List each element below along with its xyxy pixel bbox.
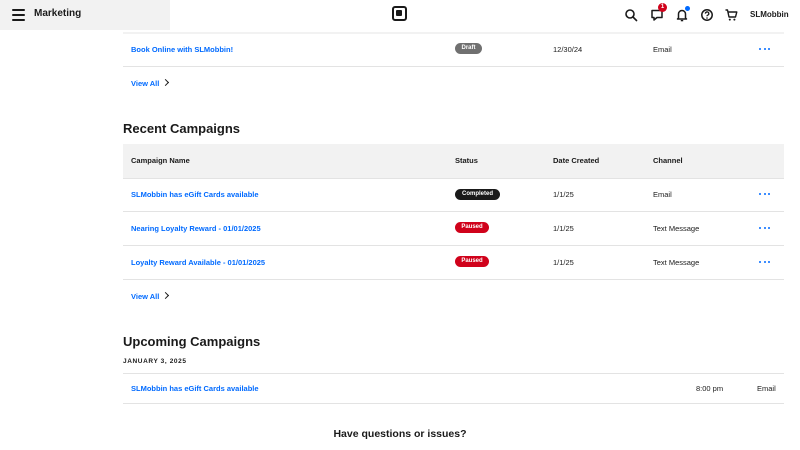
- column-header: Date Created: [553, 156, 600, 165]
- notification-dot: [685, 6, 690, 11]
- divider: [123, 279, 784, 280]
- column-header: Status: [455, 156, 478, 165]
- divider: [123, 403, 784, 404]
- divider: [123, 373, 784, 374]
- channel: Email: [653, 45, 672, 54]
- column-header: Channel: [653, 156, 683, 165]
- app-switcher: Marketing: [0, 0, 170, 30]
- status-badge: Paused: [455, 256, 489, 267]
- chevron-right-icon: [162, 291, 170, 300]
- view-all-label: View All: [131, 79, 160, 88]
- square-logo-icon[interactable]: [392, 6, 407, 21]
- date-created: 1/1/25: [553, 224, 574, 233]
- date-heading: JANUARY 3, 2025: [123, 358, 187, 365]
- channel: Text Message: [653, 258, 700, 267]
- channel: Email: [653, 190, 672, 199]
- date-created: 12/30/24: [553, 45, 583, 54]
- channel: Text Message: [653, 224, 700, 233]
- status-badge: Draft: [455, 43, 482, 54]
- user-account-button[interactable]: SLMobbin: [750, 10, 789, 19]
- campaign-link[interactable]: SLMobbin has eGift Cards available: [131, 190, 259, 199]
- campaign-link[interactable]: Book Online with SLMobbin!: [131, 45, 233, 54]
- column-header: Campaign Name: [131, 156, 190, 165]
- status-badge: Paused: [455, 222, 489, 233]
- campaign-link[interactable]: SLMobbin has eGift Cards available: [131, 384, 259, 393]
- divider: [123, 66, 784, 67]
- view-all-drafts-link[interactable]: View All: [131, 78, 170, 88]
- recent-campaigns-title: Recent Campaigns: [123, 121, 241, 136]
- more-options-icon[interactable]: [759, 190, 771, 198]
- date-created: 1/1/25: [553, 258, 574, 267]
- help-icon[interactable]: [700, 8, 714, 22]
- table-header: [123, 144, 784, 178]
- menu-icon[interactable]: [12, 9, 25, 21]
- view-all-recent-link[interactable]: View All: [131, 291, 170, 301]
- channel: Email: [757, 384, 776, 393]
- campaign-link[interactable]: Nearing Loyalty Reward - 01/01/2025: [131, 224, 261, 233]
- scheduled-time: 8:00 pm: [696, 384, 724, 393]
- divider: [123, 32, 784, 34]
- status-badge: Completed: [455, 189, 500, 200]
- help-heading: Have questions or issues?: [333, 428, 467, 440]
- view-all-label: View All: [131, 292, 160, 301]
- more-options-icon[interactable]: [759, 224, 771, 232]
- date-created: 1/1/25: [553, 190, 574, 199]
- chevron-right-icon: [162, 78, 170, 87]
- cart-icon[interactable]: [724, 8, 738, 22]
- upcoming-campaigns-title: Upcoming Campaigns: [123, 334, 261, 349]
- divider: [123, 245, 784, 246]
- top-bar: Marketing 1 SLMobbin: [0, 0, 800, 30]
- app-title: Marketing: [34, 8, 82, 19]
- campaign-link[interactable]: Loyalty Reward Available - 01/01/2025: [131, 258, 265, 267]
- search-icon[interactable]: [624, 8, 638, 22]
- more-options-icon[interactable]: [759, 258, 771, 266]
- more-options-icon[interactable]: [759, 45, 771, 53]
- messages-badge: 1: [658, 3, 667, 12]
- divider: [123, 211, 784, 212]
- divider: [123, 178, 784, 179]
